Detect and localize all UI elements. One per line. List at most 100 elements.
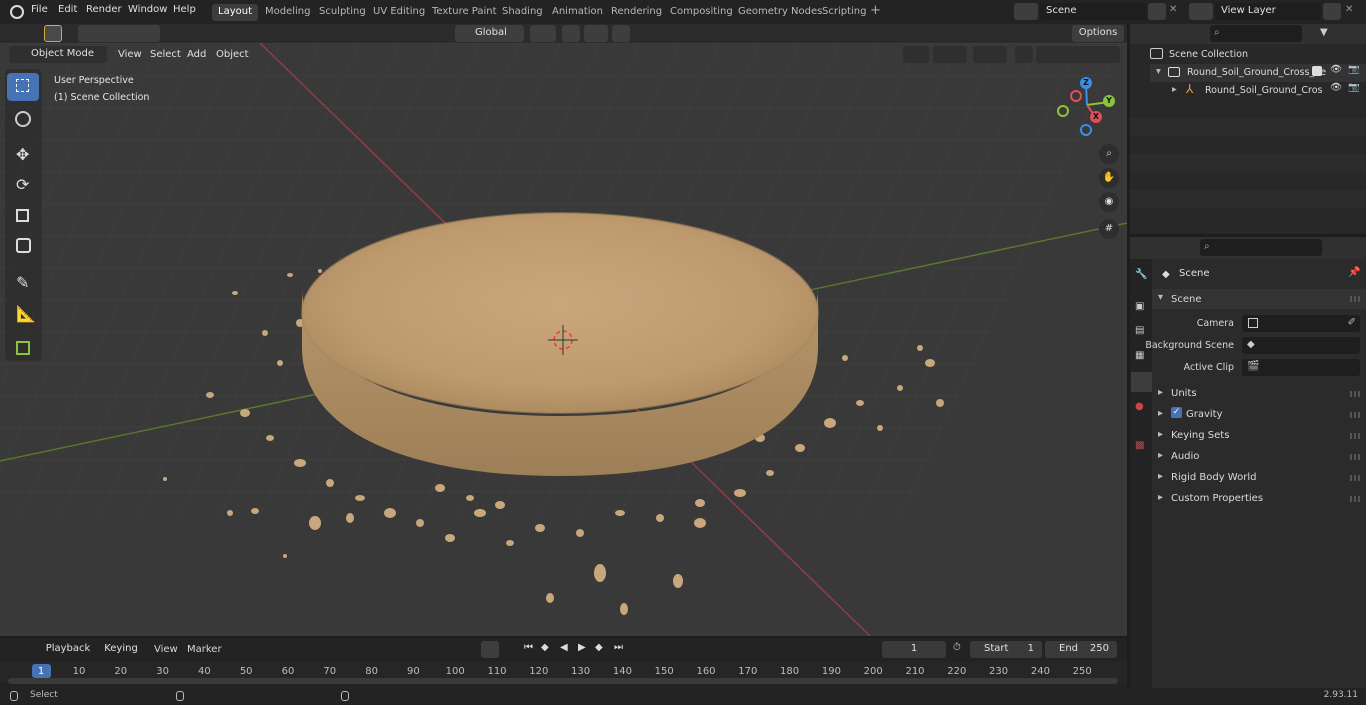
drag-handle-icon[interactable] xyxy=(1350,391,1360,397)
view-layer-selector-icon[interactable] xyxy=(1189,3,1213,20)
keying-sets-panel-header[interactable]: ▸ Keying Sets xyxy=(1152,426,1366,446)
new-view-layer-icon[interactable] xyxy=(1323,3,1341,20)
start-frame-field[interactable]: Start 1 xyxy=(970,641,1042,658)
close-view-layer-icon[interactable]: ✕ xyxy=(1345,4,1353,15)
view-layer-field[interactable]: View Layer xyxy=(1215,3,1321,20)
timeline-editor-type-icon[interactable] xyxy=(8,641,34,658)
texture-tab-icon[interactable]: ▩ xyxy=(1135,440,1144,451)
jump-end-icon[interactable]: ⏭ xyxy=(614,642,623,653)
tab-rendering[interactable]: Rendering xyxy=(605,4,668,21)
tool-tab-icon[interactable]: 🔧 xyxy=(1135,269,1147,280)
tab-texture-paint[interactable]: Texture Paint xyxy=(426,4,503,21)
shading-mode-icons[interactable] xyxy=(1036,46,1120,63)
pivot-icon[interactable] xyxy=(530,25,556,42)
tab-uv-editing[interactable]: UV Editing xyxy=(367,4,431,21)
camera-view-icon[interactable]: ◉ xyxy=(1099,192,1119,212)
timeline-playback-menu[interactable]: Playback xyxy=(40,641,96,658)
filter-icon[interactable]: ▼ xyxy=(1320,27,1328,38)
active-clip-field[interactable]: 🎬 xyxy=(1242,359,1360,376)
gravity-checkbox[interactable]: ✓ xyxy=(1171,407,1182,418)
menu-view[interactable]: View xyxy=(118,49,142,60)
world-tab-icon[interactable]: ● xyxy=(1135,401,1144,412)
end-frame-field[interactable]: End 250 xyxy=(1045,641,1117,658)
navigation-gizmo[interactable]: Z Y X xyxy=(1055,73,1119,137)
overlay-toggle-icon[interactable] xyxy=(973,46,1007,63)
custom-properties-panel-header[interactable]: ▸ Custom Properties xyxy=(1152,489,1366,509)
visibility-icon[interactable] xyxy=(903,46,929,63)
timeline-scrollbar[interactable] xyxy=(8,678,1118,684)
drag-handle-icon[interactable] xyxy=(1350,454,1360,460)
gizmo-x-icon[interactable]: X xyxy=(1090,111,1102,123)
drag-handle-icon[interactable] xyxy=(1350,496,1360,502)
new-scene-icon[interactable] xyxy=(1148,3,1166,20)
outliner-scene-collection[interactable]: Scene Collection xyxy=(1150,46,1366,64)
gizmo-neg-y-icon[interactable] xyxy=(1057,105,1069,117)
3d-viewport[interactable]: User Perspective (1) Scene Collection ✥ … xyxy=(0,43,1127,636)
play-reverse-icon[interactable]: ◀ xyxy=(560,642,568,653)
move-tool-icon[interactable]: ✥ xyxy=(7,141,39,169)
tab-modeling[interactable]: Modeling xyxy=(259,4,317,21)
eye-icon[interactable]: 👁 xyxy=(1330,64,1342,75)
clock-icon[interactable]: ⏱ xyxy=(953,642,961,653)
orientation-dropdown[interactable]: Global xyxy=(455,25,524,42)
options-button[interactable]: Options xyxy=(1072,25,1124,42)
menu-file[interactable]: File xyxy=(31,4,48,15)
background-scene-field[interactable]: ◆ xyxy=(1242,337,1360,354)
add-workspace-icon[interactable]: + xyxy=(870,3,881,18)
expand-chevron-icon[interactable]: ▾ xyxy=(1156,66,1161,77)
proportional-edit-icon[interactable] xyxy=(612,25,630,42)
tab-layout[interactable]: Layout xyxy=(212,4,258,21)
outliner-collection-row[interactable]: ▾ Round_Soil_Ground_Cross_Se 👁 📷 xyxy=(1150,64,1366,82)
expand-right-chevron-icon[interactable]: ▸ xyxy=(1172,84,1177,95)
outliner-search-input[interactable] xyxy=(1210,25,1302,42)
drag-handle-icon[interactable] xyxy=(1350,296,1360,302)
play-icon[interactable]: ▶ xyxy=(578,642,586,653)
gizmo-toggle-icon[interactable] xyxy=(933,46,967,63)
select-tool-icon[interactable] xyxy=(44,25,62,42)
gizmo-y-icon[interactable]: Y xyxy=(1103,95,1115,107)
properties-search-input[interactable] xyxy=(1200,239,1322,256)
select-mode-icons[interactable] xyxy=(78,25,160,42)
pan-hand-icon[interactable]: ✋ xyxy=(1099,168,1119,188)
scene-name-field[interactable]: Scene xyxy=(1040,3,1146,20)
object-camera-icon[interactable]: 📷 xyxy=(1348,82,1360,93)
select-box-tool-icon[interactable] xyxy=(7,73,39,101)
close-scene-icon[interactable]: ✕ xyxy=(1169,4,1177,15)
jump-start-icon[interactable]: ⏮ xyxy=(524,642,533,653)
xray-icon[interactable] xyxy=(1015,46,1033,63)
menu-window[interactable]: Window xyxy=(128,4,167,15)
outliner-object-row[interactable]: ▸ ⅄ Round_Soil_Ground_Cros 👁 📷 xyxy=(1150,82,1366,100)
menu-help[interactable]: Help xyxy=(173,4,196,15)
tab-animation[interactable]: Animation xyxy=(546,4,609,21)
menu-render[interactable]: Render xyxy=(86,4,122,15)
audio-panel-header[interactable]: ▸ Audio xyxy=(1152,447,1366,467)
zoom-icon[interactable]: ⌕ xyxy=(1099,144,1119,164)
tab-scripting[interactable]: Scripting xyxy=(816,4,872,21)
render-tab-icon[interactable]: ▣ xyxy=(1135,301,1144,312)
snap-icon[interactable] xyxy=(562,25,580,42)
view-layer-tab-icon[interactable]: ▦ xyxy=(1135,350,1144,361)
object-mode-dropdown[interactable]: Object Mode xyxy=(9,46,107,63)
record-icon[interactable] xyxy=(481,641,499,658)
blender-logo-icon[interactable] xyxy=(10,5,24,19)
scene-tab-icon[interactable] xyxy=(1131,372,1152,392)
gizmo-z-icon[interactable]: Z xyxy=(1080,77,1092,89)
timeline-view-menu[interactable]: View xyxy=(154,644,178,655)
object-eye-icon[interactable]: 👁 xyxy=(1330,82,1342,93)
gravity-panel-header[interactable]: ▸ ✓ Gravity xyxy=(1152,405,1366,425)
transform-tool-icon[interactable] xyxy=(7,232,39,260)
menu-object[interactable]: Object xyxy=(216,49,249,60)
tab-sculpting[interactable]: Sculpting xyxy=(313,4,372,21)
pin-icon[interactable]: 📌 xyxy=(1348,267,1360,278)
scale-tool-icon[interactable] xyxy=(7,202,39,230)
menu-edit[interactable]: Edit xyxy=(58,4,77,15)
timeline-marker-menu[interactable]: Marker xyxy=(187,644,222,655)
perspective-grid-icon[interactable]: # xyxy=(1099,219,1119,239)
scene-panel-header[interactable]: ▾ Scene xyxy=(1152,289,1366,309)
prev-keyframe-icon[interactable]: ◆ xyxy=(541,642,549,653)
rigid-body-world-panel-header[interactable]: ▸ Rigid Body World xyxy=(1152,468,1366,488)
scene-selector-icon[interactable] xyxy=(1014,3,1038,20)
drag-handle-icon[interactable] xyxy=(1350,433,1360,439)
measure-tool-icon[interactable]: 📐 xyxy=(7,300,39,328)
collection-exclude-checkbox[interactable] xyxy=(1312,66,1322,76)
